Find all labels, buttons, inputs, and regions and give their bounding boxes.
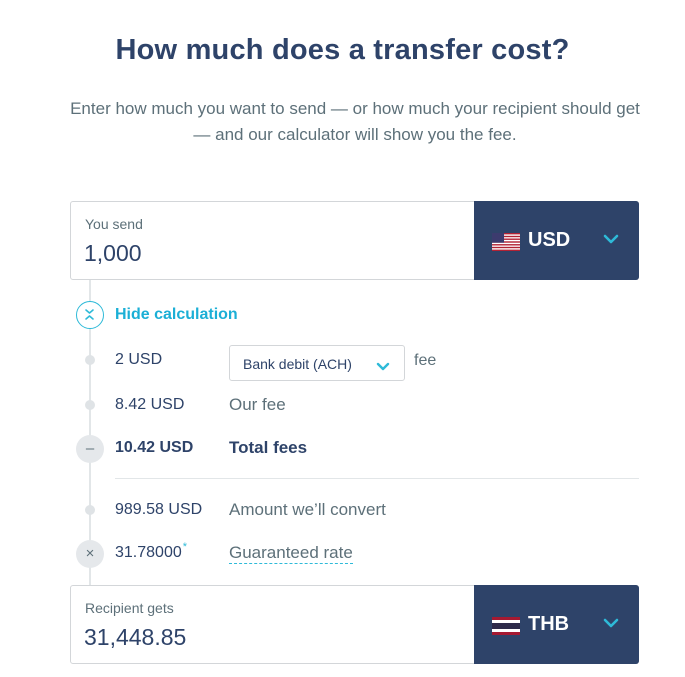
receive-label: Recipient gets bbox=[85, 600, 174, 616]
minus-icon: – bbox=[76, 435, 104, 463]
exchange-rate-value: 31.78000 bbox=[115, 544, 182, 561]
chevron-down-icon bbox=[376, 359, 390, 371]
multiply-icon: × bbox=[76, 540, 104, 568]
our-fee-amount: 8.42 USD bbox=[115, 396, 185, 413]
payment-method-value: Bank debit (ACH) bbox=[243, 356, 352, 372]
collapse-icon bbox=[76, 301, 104, 329]
payment-fee-suffix: fee bbox=[414, 352, 437, 369]
guaranteed-rate-link[interactable]: Guaranteed rate bbox=[229, 543, 353, 564]
send-label: You send bbox=[85, 216, 143, 232]
timeline-dot bbox=[85, 400, 95, 410]
hide-calculation-label: Hide calculation bbox=[115, 306, 238, 323]
receive-amount-input[interactable] bbox=[84, 624, 464, 651]
convert-label: Amount we’ll convert bbox=[229, 500, 386, 519]
timeline-dot bbox=[85, 355, 95, 365]
us-flag-icon bbox=[492, 233, 520, 251]
thai-flag-icon bbox=[492, 617, 520, 635]
timeline-dot bbox=[85, 505, 95, 515]
send-amount-box: You send USD bbox=[70, 201, 639, 280]
receive-currency-code: THB bbox=[528, 613, 570, 635]
receive-currency-select[interactable]: THB bbox=[474, 585, 639, 664]
page-subtitle: Enter how much you want to send — or how… bbox=[70, 99, 640, 144]
total-fees-amount: 10.42 USD bbox=[115, 439, 194, 456]
divider bbox=[115, 478, 639, 479]
chevron-down-icon bbox=[603, 616, 619, 628]
guaranteed-rate-label: Guaranteed rate bbox=[229, 543, 353, 564]
convert-amount: 989.58 USD bbox=[115, 501, 203, 518]
send-currency-select[interactable]: USD bbox=[474, 201, 639, 280]
page-title: How much does a transfer cost? bbox=[115, 34, 570, 66]
chevron-down-icon bbox=[603, 232, 619, 244]
our-fee-label: Our fee bbox=[229, 395, 286, 414]
send-amount-input[interactable] bbox=[84, 240, 464, 267]
payment-method-select[interactable]: Bank debit (ACH) bbox=[229, 345, 405, 381]
receive-amount-box: Recipient gets THB bbox=[70, 585, 639, 664]
total-fees-label: Total fees bbox=[229, 438, 308, 457]
rate-asterisk: * bbox=[182, 541, 188, 553]
payment-fee-amount: 2 USD bbox=[115, 351, 163, 368]
send-currency-code: USD bbox=[528, 229, 571, 251]
exchange-rate: 31.78000* bbox=[115, 541, 188, 562]
